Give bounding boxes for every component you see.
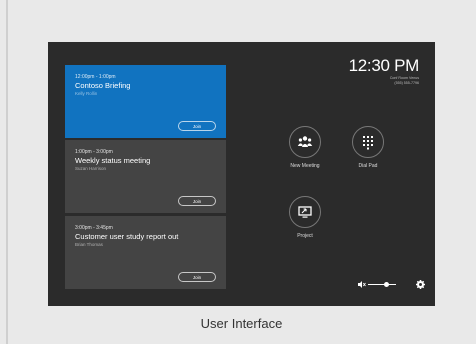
project-button[interactable] [289,196,321,228]
meeting-time: 1:00pm - 3:00pm [75,149,113,155]
meeting-title: Weekly status meeting [75,156,151,165]
volume-slider-handle[interactable] [384,282,389,287]
clock-time: 12:30 PM [348,56,420,75]
join-button[interactable]: Join [178,272,216,282]
meeting-room-screen: 12:00pm - 1:00pm Contoso Briefing Kelly … [48,42,435,306]
meeting-time: 3:00pm - 3:45pm [75,225,113,231]
volume-slider-track[interactable] [368,284,396,285]
dial-pad-label: Dial Pad [358,163,378,169]
new-meeting-action[interactable]: New Meeting [275,126,335,169]
meeting-card-weekly-status[interactable]: 1:00pm - 3:00pm Weekly status meeting Su… [65,140,226,213]
meeting-title: Contoso Briefing [75,81,131,90]
join-button[interactable]: Join [178,196,216,206]
meeting-time: 12:00pm - 1:00pm [75,74,116,80]
dial-pad-button[interactable] [352,126,384,158]
room-phone: (555) 555-7796 [394,80,419,85]
join-button[interactable]: Join [178,121,216,131]
page-divider [6,0,8,344]
figure-caption: User Interface [200,316,283,331]
meeting-card-contoso[interactable]: 12:00pm - 1:00pm Contoso Briefing Kelly … [65,65,226,138]
dial-pad-action[interactable]: Dial Pad [338,126,398,169]
new-meeting-label: New Meeting [290,163,320,169]
meeting-title: Customer user study report out [75,232,179,241]
people-icon [297,136,313,147]
meeting-host: Brian Thomas [75,242,103,247]
meeting-card-customer-study[interactable]: 3:00pm - 3:45pm Customer user study repo… [65,216,226,289]
meeting-host: Kelly Rollin [75,91,98,96]
project-action[interactable]: Project [275,196,335,239]
settings-gear-icon[interactable] [416,280,425,289]
project-label: Project [297,233,313,239]
new-meeting-button[interactable] [289,126,321,158]
project-screen-icon [298,206,312,218]
meeting-host: Suzan Harrison [75,166,107,171]
dial-pad-icon [363,136,373,150]
volume-icon [358,281,366,288]
room-info: Conf Room Venus (555) 555-7796 [359,76,419,85]
